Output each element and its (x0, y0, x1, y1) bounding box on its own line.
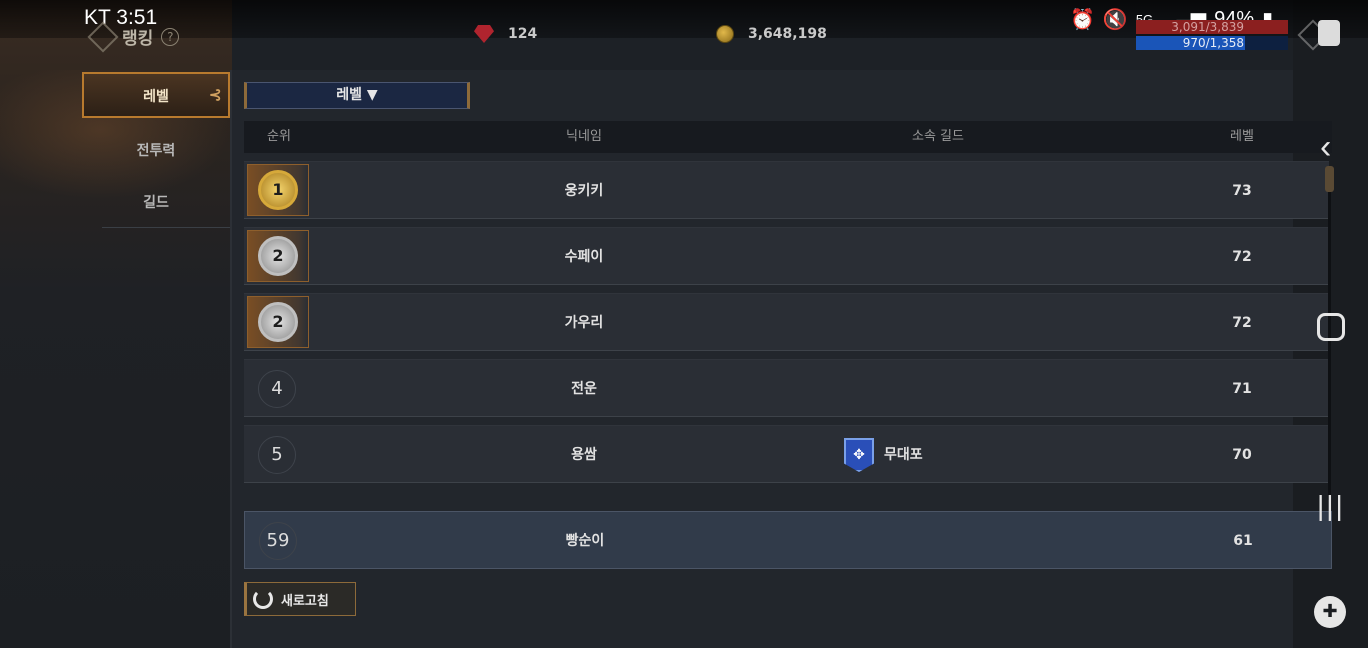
tab-combat-power[interactable]: 전투력 (82, 128, 230, 174)
table-header: 순위 닉네임 소속 길드 레벨 (244, 121, 1332, 153)
row-rank: 5 (258, 436, 296, 474)
mp-bar: 970/1,358 (1136, 36, 1288, 50)
row-guild-name: 무대포 (884, 447, 923, 463)
guild-emblem-icon: ✥ (844, 438, 874, 472)
table-row[interactable]: 4 전운 71 (244, 359, 1329, 417)
refresh-icon (253, 589, 273, 609)
table-row[interactable]: 2 가우리 72 (244, 293, 1329, 351)
alarm-icon: ⏰ (1070, 9, 1095, 31)
status-bars: 3,091/3,839 970/1,358 (1136, 20, 1288, 52)
row-level: 70 (1232, 447, 1252, 463)
gamepad-icon[interactable]: ✚ (1314, 596, 1346, 628)
tab-separator (102, 227, 230, 228)
header-level: 레벨 (1230, 129, 1254, 144)
tab-guild[interactable]: 길드 (82, 180, 230, 226)
tab-arrow-icon: ⊰ (208, 85, 222, 104)
refresh-label: 새로고침 (281, 593, 329, 609)
home-icon[interactable] (1317, 313, 1345, 341)
hp-text: 3,091/3,839 (1171, 20, 1244, 34)
help-icon[interactable]: ? (161, 27, 180, 46)
row-nickname: 수페이 (564, 249, 604, 265)
tab-guild-label: 길드 (143, 195, 169, 211)
ranking-icon (87, 20, 119, 53)
gold-amount: 3,648,198 (748, 26, 827, 42)
page-title-group: 랭킹 ? (87, 20, 180, 53)
rank-medal: 2 (247, 230, 309, 282)
table-row[interactable]: 1 웅키키 73 (244, 161, 1329, 219)
gem-icon (474, 25, 494, 43)
scrollbar-thumb[interactable] (1325, 166, 1334, 192)
tab-combat-power-label: 전투력 (136, 143, 176, 159)
hp-bar: 3,091/3,839 (1136, 20, 1288, 34)
mp-text: 970/1,358 (1182, 36, 1244, 50)
my-rank: 59 (259, 522, 297, 560)
page-title: 랭킹 (122, 29, 154, 49)
back-icon[interactable]: ‹ (1320, 128, 1331, 167)
row-nickname: 웅키키 (564, 183, 604, 199)
my-nickname: 빵순이 (565, 533, 605, 549)
mute-icon: 🔇 (1102, 9, 1128, 31)
row-level: 72 (1232, 315, 1252, 331)
row-nickname: 가우리 (564, 315, 604, 331)
gem-counter: 124 (474, 25, 537, 43)
silver-wreath-icon: 2 (258, 236, 298, 276)
coin-icon (716, 25, 734, 43)
row-nickname: 전운 (571, 381, 597, 397)
touch-cursor-icon (1318, 20, 1340, 46)
tab-level[interactable]: 레벨 ⊰ (82, 72, 230, 118)
row-level: 73 (1232, 183, 1252, 199)
row-rank: 4 (258, 370, 296, 408)
header-guild: 소속 길드 (912, 129, 964, 144)
my-rank-row[interactable]: 59 빵순이 61 (244, 511, 1332, 569)
table-row[interactable]: 5 용쌈 ✥ 무대포 70 (244, 425, 1329, 483)
rank-medal: 2 (247, 296, 309, 348)
row-nickname: 용쌈 (571, 447, 597, 463)
silver-wreath-icon: 2 (258, 302, 298, 342)
row-level: 72 (1232, 249, 1252, 265)
gold-counter: 3,648,198 (716, 25, 827, 43)
table-row[interactable]: 2 수페이 72 (244, 227, 1329, 285)
header-nickname: 닉네임 (566, 129, 602, 144)
row-level: 71 (1232, 381, 1252, 397)
recent-apps-icon[interactable]: ||| (1317, 490, 1345, 522)
tab-level-label: 레벨 (143, 89, 169, 105)
filter-dropdown[interactable]: 레벨 ▼ (244, 82, 470, 109)
my-level: 61 (1233, 533, 1253, 549)
refresh-button[interactable]: 새로고침 (244, 582, 356, 616)
header-rank: 순위 (267, 129, 291, 144)
rank-medal: 1 (247, 164, 309, 216)
gem-amount: 124 (508, 26, 538, 42)
row-guild: ✥ 무대포 (844, 426, 1044, 484)
gold-wreath-icon: 1 (258, 170, 298, 210)
